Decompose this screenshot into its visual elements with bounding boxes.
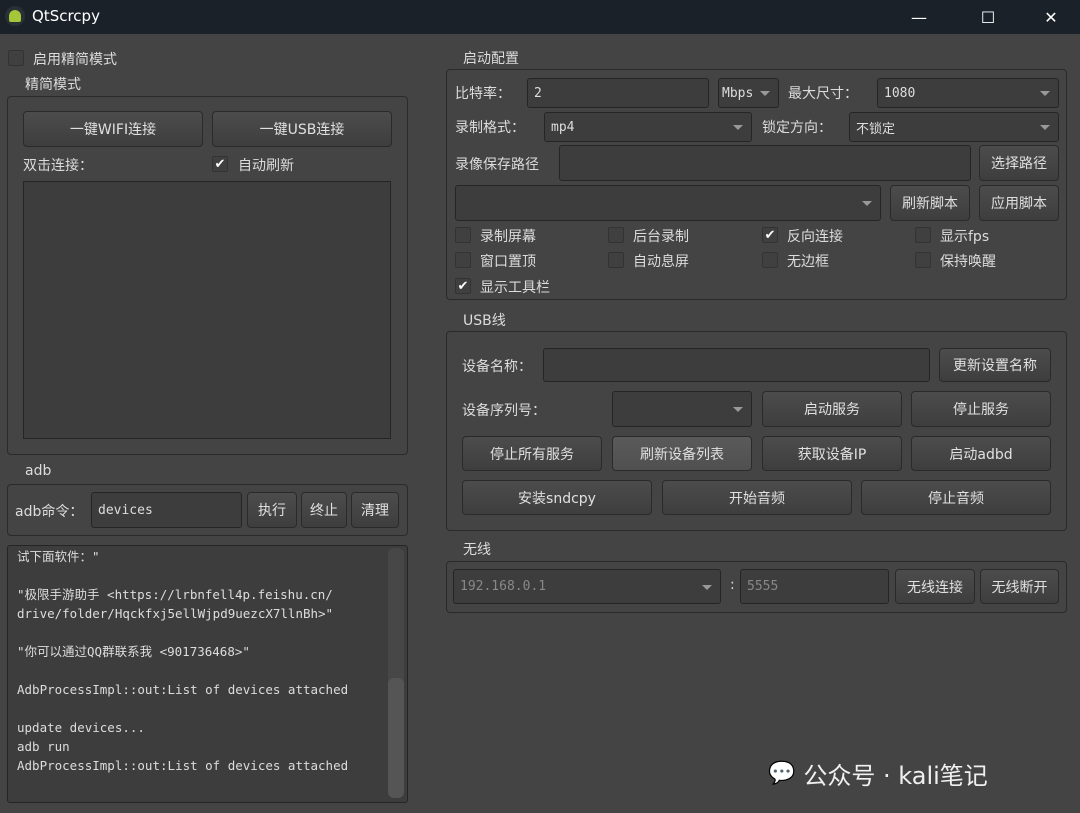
bitrate-unit-select[interactable]: Mbps [718, 78, 779, 108]
device-serial-select[interactable] [612, 391, 752, 427]
option-label: 显示fps [940, 229, 990, 245]
lock-orientation-select[interactable]: 不锁定 [849, 112, 1059, 142]
port-separator: : [730, 577, 735, 593]
option-label: 自动息屏 [633, 254, 689, 270]
device-name-input[interactable] [543, 348, 930, 382]
option-label: 后台录制 [633, 229, 689, 245]
wireless-disconnect-button[interactable]: 无线断开 [980, 569, 1059, 604]
wireless-group-title: 无线 [463, 542, 491, 558]
watermark-text: 公众号 · kali笔记 [803, 762, 988, 790]
lock-orientation-value: 不锁定 [856, 121, 896, 137]
wifi-connect-button[interactable]: 一键WIFI连接 [23, 111, 203, 147]
auto-refresh-label: 自动刷新 [238, 158, 294, 174]
wireless-connect-button[interactable]: 无线连接 [895, 569, 975, 604]
watermark: 💬 公众号 · kali笔记 [768, 756, 988, 791]
scrollbar-thumb[interactable] [388, 678, 404, 798]
config-group-title: 启动配置 [463, 51, 519, 67]
start-adbd-button[interactable]: 启动adbd [911, 436, 1051, 471]
log-text: 试下面软件：" "极限手游助手 <https://lrbnfell4p.feis… [17, 549, 349, 773]
option-label: 窗口置顶 [480, 254, 536, 270]
install-sndcpy-button[interactable]: 安装sndcpy [462, 480, 652, 515]
lock-orientation-label: 锁定方向： [762, 120, 832, 136]
option-checkbox[interactable] [455, 252, 471, 268]
update-name-button[interactable]: 更新设置名称 [939, 348, 1051, 382]
wechat-icon: 💬 [768, 761, 796, 786]
enable-simple-mode-label: 启用精简模式 [33, 52, 117, 68]
option-label: 显示工具栏 [480, 280, 550, 296]
script-select[interactable] [455, 185, 881, 221]
record-format-value: mp4 [551, 119, 575, 135]
check-icon: ✔ [764, 227, 776, 243]
adb-command-input[interactable]: devices [91, 492, 242, 528]
refresh-device-list-button[interactable]: 刷新设备列表 [612, 436, 752, 471]
device-list[interactable] [23, 181, 391, 439]
max-size-value: 1080 [884, 85, 916, 101]
simple-group-title: 精简模式 [25, 77, 81, 93]
record-format-select[interactable]: mp4 [544, 112, 752, 142]
bitrate-label: 比特率： [455, 86, 511, 102]
window-title: QtScrcpy [32, 7, 100, 25]
option-checkbox[interactable] [915, 252, 931, 268]
option-checkbox[interactable] [762, 252, 778, 268]
usb-group-title: USB线 [463, 313, 506, 329]
record-path-label: 录像保存路径 [455, 157, 539, 173]
option-checkbox[interactable] [608, 227, 624, 243]
option-label: 录制屏幕 [480, 229, 536, 245]
option-label: 保持唤醒 [940, 254, 996, 270]
enable-simple-mode-checkbox[interactable] [8, 50, 24, 66]
option-checkbox[interactable]: ✔ [455, 278, 471, 294]
start-audio-button[interactable]: 开始音频 [662, 480, 852, 515]
maximize-button[interactable]: ☐ [965, 0, 1011, 34]
check-icon: ✔ [457, 278, 469, 294]
get-device-ip-button[interactable]: 获取设备IP [762, 436, 902, 471]
record-path-input[interactable] [559, 145, 971, 181]
option-checkbox[interactable] [915, 227, 931, 243]
option-label: 无边框 [787, 254, 829, 270]
adb-command-label: adb命令： [15, 504, 84, 520]
stop-service-button[interactable]: 停止服务 [911, 391, 1051, 427]
option-label: 反向连接 [787, 229, 843, 245]
terminate-button[interactable]: 终止 [301, 492, 347, 528]
adb-group-title: adb [25, 463, 52, 479]
ip-address-select[interactable]: 192.168.0.1 [453, 569, 721, 604]
minimize-button[interactable]: — [896, 0, 942, 34]
stop-all-services-button[interactable]: 停止所有服务 [462, 436, 602, 471]
select-path-button[interactable]: 选择路径 [979, 145, 1059, 181]
log-scrollbar[interactable] [388, 548, 404, 798]
option-checkbox[interactable]: ✔ [762, 227, 778, 243]
ip-placeholder: 192.168.0.1 [460, 579, 547, 594]
auto-refresh-checkbox[interactable]: ✔ [212, 156, 228, 172]
port-input[interactable]: 5555 [740, 569, 889, 604]
bitrate-unit-value: Mbps [722, 85, 754, 101]
usb-connect-button[interactable]: 一键USB连接 [212, 111, 392, 147]
execute-button[interactable]: 执行 [247, 492, 297, 528]
clear-button[interactable]: 清理 [351, 492, 399, 528]
device-serial-label: 设备序列号： [462, 403, 546, 419]
bitrate-input[interactable]: 2 [527, 78, 709, 108]
option-checkbox[interactable] [455, 227, 471, 243]
option-checkbox[interactable] [608, 252, 624, 268]
refresh-script-button[interactable]: 刷新脚本 [890, 185, 970, 221]
close-button[interactable]: ✕ [1028, 0, 1074, 34]
check-icon: ✔ [214, 156, 226, 172]
max-size-label: 最大尺寸： [788, 86, 858, 102]
apply-script-button[interactable]: 应用脚本 [979, 185, 1059, 221]
log-output[interactable]: 试下面软件：" "极限手游助手 <https://lrbnfell4p.feis… [7, 545, 408, 803]
android-icon [5, 6, 25, 26]
max-size-select[interactable]: 1080 [877, 78, 1059, 108]
record-format-label: 录制格式： [455, 120, 525, 136]
device-name-label: 设备名称： [462, 359, 532, 375]
start-service-button[interactable]: 启动服务 [762, 391, 902, 427]
double-click-label: 双击连接： [23, 158, 93, 174]
stop-audio-button[interactable]: 停止音频 [861, 480, 1051, 515]
